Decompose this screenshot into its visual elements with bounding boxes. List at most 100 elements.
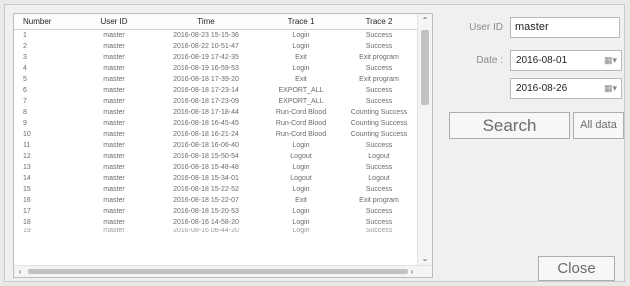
cell-time: 2016-08-18 16-21-24 [173, 131, 239, 138]
date-to-value: 2016-08-26 [516, 83, 568, 94]
cell-trace-1: Login [292, 208, 310, 215]
date-to-field[interactable]: 2016-08-26 ▦▾ [510, 78, 622, 99]
table-row[interactable]: 6 master 2016-08-18 17-23-14 EXPORT_ALL Succ… [14, 85, 418, 96]
calendar-dropdown-icon[interactable]: ▦▾ [604, 79, 617, 98]
cell-time: 2016-08-18 16-45-45 [173, 120, 239, 127]
cell-trace-2: Success [365, 43, 393, 50]
table-row[interactable]: 2 master 2016-08-22 10-51-47 Login Success [14, 41, 418, 52]
table-row[interactable]: 8 master 2016-08-18 17-18-44 Run-Cord Blood… [14, 107, 418, 118]
cell-trace-1: Exit [295, 54, 307, 61]
column-header-trace-1[interactable]: Trace 1 [262, 14, 340, 30]
chevron-up-icon[interactable]: ⌃ [418, 14, 432, 28]
table-row[interactable]: 12 master 2016-08-18 15-50-54 Logout Logout [14, 151, 418, 162]
cell-trace-1: EXPORT_ALL [278, 87, 324, 94]
cell-time: 2016-08-18 15-50-54 [173, 153, 239, 160]
cell-trace-2: Success [365, 32, 393, 39]
cell-user-id: master [103, 142, 125, 149]
cell-user-id: master [103, 131, 125, 138]
cell-number: 19 [23, 228, 31, 234]
cell-trace-1: Logout [290, 175, 312, 182]
cell-trace-2: Success [365, 142, 393, 149]
cell-user-id: master [103, 153, 125, 160]
date-from-field[interactable]: 2016-08-01 ▦▾ [510, 50, 622, 71]
horizontal-scroll-thumb[interactable] [28, 269, 408, 274]
cell-user-id: master [103, 186, 125, 193]
close-button[interactable]: Close [538, 256, 615, 281]
table-row[interactable]: 4 master 2016-08-19 16-59-53 Login Success [14, 63, 418, 74]
cell-user-id: master [103, 208, 125, 215]
log-table: Number User ID Time Trace 1 Trace 2 1 mas… [14, 14, 418, 234]
cell-number: 6 [23, 87, 27, 94]
table-row[interactable]: 14 master 2016-08-18 15-34-01 Logout Logout [14, 173, 418, 184]
cell-number: 11 [23, 142, 31, 149]
cell-number: 15 [23, 186, 31, 193]
vertical-scrollbar[interactable]: ⌃ ⌄ [417, 14, 432, 266]
table-row[interactable]: 19 master 2016-08-16 08-44-20 Login Success [14, 228, 418, 234]
cell-trace-1: Run-Cord Blood [275, 120, 327, 127]
column-header-user-id[interactable]: User ID [78, 14, 150, 30]
chevron-down-icon[interactable]: ⌄ [418, 252, 432, 266]
cell-user-id: master [103, 87, 125, 94]
cell-trace-2: Logout [368, 175, 390, 182]
cell-user-id: master [103, 32, 125, 39]
table-row[interactable]: 7 master 2016-08-18 17-23-09 EXPORT_ALL Succ… [14, 96, 418, 107]
cell-trace-2: Success [365, 164, 393, 171]
table-row[interactable]: 1 master 2016-08-23 15-15-36 Login Success [14, 30, 418, 42]
cell-time: 2016-08-18 15-20-53 [173, 208, 239, 215]
search-button[interactable]: Search [449, 112, 570, 139]
cell-user-id: master [103, 65, 125, 72]
cell-user-id: master [103, 228, 125, 234]
cell-number: 13 [23, 164, 31, 171]
column-header-number[interactable]: Number [14, 14, 78, 30]
table-row[interactable]: 10 master 2016-08-18 16-21-24 Run-Cord Bloo… [14, 129, 418, 140]
calendar-dropdown-icon[interactable]: ▦▾ [604, 51, 617, 70]
cell-trace-2: Counting Success [350, 131, 408, 138]
cell-trace-2: Success [365, 87, 393, 94]
user-id-field[interactable]: master [510, 17, 620, 38]
table-viewport: Number User ID Time Trace 1 Trace 2 1 mas… [14, 14, 418, 266]
cell-user-id: master [103, 98, 125, 105]
table-row[interactable]: 3 master 2016-08-19 17-42-35 Exit Exit progr… [14, 52, 418, 63]
cell-trace-1: Login [292, 228, 310, 234]
vertical-scroll-thumb[interactable] [421, 30, 429, 105]
date-label: Date : [476, 55, 503, 66]
table-row[interactable]: 15 master 2016-08-18 15-22-52 Login Success [14, 184, 418, 195]
cell-number: 5 [23, 76, 27, 83]
cell-number: 7 [23, 98, 27, 105]
all-data-button[interactable]: All data [573, 112, 624, 139]
cell-trace-1: Exit [295, 197, 307, 204]
column-header-time[interactable]: Time [150, 14, 262, 30]
cell-time: 2016-08-23 15-15-36 [173, 32, 239, 39]
cell-trace-2: Exit program [359, 54, 399, 61]
cell-time: 2016-08-18 16-06-40 [173, 142, 239, 149]
trace-log-table[interactable]: Number User ID Time Trace 1 Trace 2 1 mas… [13, 13, 433, 278]
cell-number: 14 [23, 175, 31, 182]
table-row[interactable]: 5 master 2016-08-18 17-39-20 Exit Exit progr… [14, 74, 418, 85]
table-body: 1 master 2016-08-23 15-15-36 Login Success 2 m… [14, 30, 418, 234]
cell-trace-1: Login [292, 142, 310, 149]
table-row[interactable]: 11 master 2016-08-18 16-06-40 Login Success [14, 140, 418, 151]
table-row[interactable]: 16 master 2016-08-18 15-22-07 Exit Exit prog… [14, 195, 418, 206]
cell-user-id: master [103, 54, 125, 61]
chevron-right-icon[interactable]: › [406, 266, 418, 277]
table-row[interactable]: 18 master 2016-08-16 14-58-20 Login Success [14, 217, 418, 228]
horizontal-scrollbar[interactable]: ‹ › [14, 265, 432, 277]
cell-trace-2: Exit program [359, 197, 399, 204]
cell-time: 2016-08-18 17-18-44 [173, 109, 239, 116]
date-from-value: 2016-08-01 [516, 55, 568, 66]
cell-time: 2016-08-18 17-39-20 [173, 76, 239, 83]
table-row[interactable]: 17 master 2016-08-18 15-20-53 Login Success [14, 206, 418, 217]
column-header-trace-2[interactable]: Trace 2 [340, 14, 418, 30]
cell-user-id: master [103, 109, 125, 116]
cell-number: 10 [23, 131, 31, 138]
cell-number: 2 [23, 43, 27, 50]
cell-time: 2016-08-18 15-22-07 [173, 197, 239, 204]
cell-number: 1 [23, 32, 27, 39]
cell-trace-2: Logout [368, 153, 390, 160]
cell-trace-2: Exit program [359, 76, 399, 83]
cell-trace-1: Run-Cord Blood [275, 131, 327, 138]
cell-trace-2: Success [365, 228, 393, 234]
table-row[interactable]: 13 master 2016-08-18 15-48-48 Login Success [14, 162, 418, 173]
table-row[interactable]: 9 master 2016-08-18 16-45-45 Run-Cord Blood… [14, 118, 418, 129]
chevron-left-icon[interactable]: ‹ [14, 266, 26, 277]
